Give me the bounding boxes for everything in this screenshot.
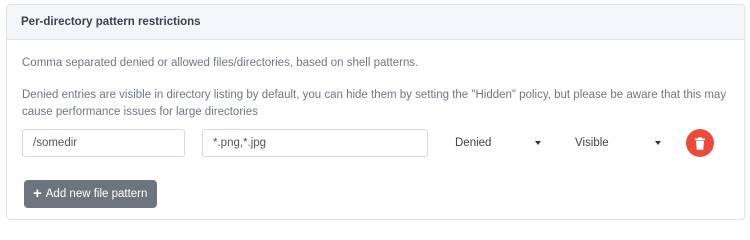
visibility-select[interactable]: Visible	[575, 129, 663, 157]
pattern-row: Denied Visible	[7, 129, 744, 159]
policy-select[interactable]: Denied	[455, 129, 543, 157]
pattern-description: Comma separated denied or allowed files/…	[22, 57, 419, 69]
delete-pattern-button[interactable]	[686, 129, 714, 157]
pattern-restrictions-panel: Per-directory pattern restrictions Comma…	[6, 4, 745, 220]
hidden-policy-note: Denied entries are visible in directory …	[22, 89, 727, 118]
caret-down-icon	[535, 141, 541, 145]
add-file-pattern-label: Add new file pattern	[45, 188, 148, 200]
trash-icon	[694, 136, 706, 150]
panel-header: Per-directory pattern restrictions	[7, 5, 744, 40]
panel-title: Per-directory pattern restrictions	[21, 16, 201, 28]
caret-down-icon	[655, 141, 661, 145]
policy-select-value: Denied	[455, 137, 492, 149]
add-file-pattern-button[interactable]: + Add new file pattern	[24, 180, 158, 208]
visibility-select-value: Visible	[575, 137, 609, 149]
directory-path-input[interactable]	[22, 129, 185, 157]
plus-icon: +	[33, 185, 42, 202]
file-patterns-input[interactable]	[202, 129, 428, 157]
